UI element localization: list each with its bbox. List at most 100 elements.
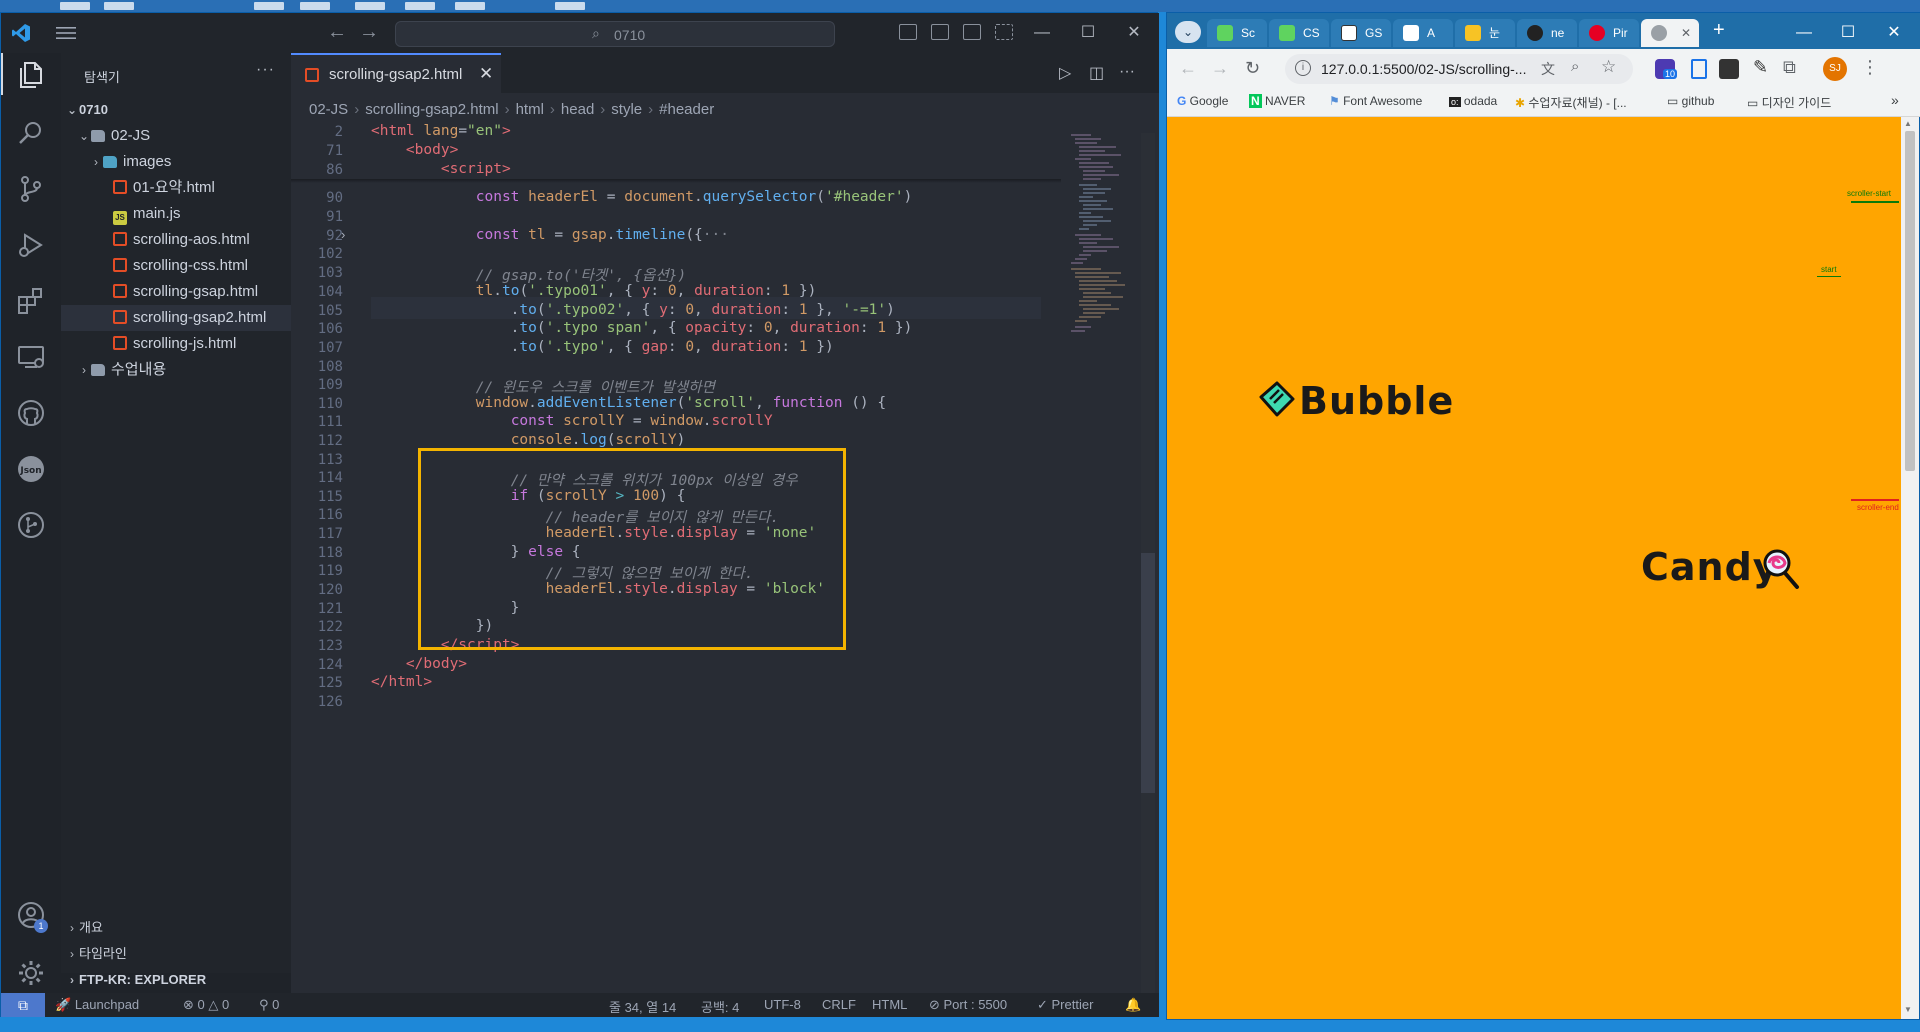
minimap[interactable] — [1061, 133, 1141, 373]
extensions-puzzle-icon[interactable]: ⧉ — [1783, 57, 1796, 78]
github-icon[interactable] — [15, 397, 47, 429]
chrome-menu-icon[interactable]: ⋮ — [1861, 57, 1879, 78]
breadcrumb-item[interactable]: head — [561, 101, 594, 118]
menu-icon[interactable] — [55, 25, 77, 41]
minimize-button[interactable]: — — [1025, 19, 1059, 47]
close-button[interactable]: ✕ — [1877, 19, 1911, 47]
language-mode[interactable]: HTML — [872, 997, 907, 1012]
forward-arrow-icon[interactable]: → — [357, 21, 381, 44]
bookmark-class-materials[interactable]: ✱ 수업자료(채널) - [... — [1515, 94, 1627, 111]
settings-gear-icon[interactable] — [15, 957, 47, 989]
section-outline[interactable]: › 개요 — [61, 915, 291, 941]
new-tab-button[interactable]: + — [1713, 19, 1725, 42]
reload-icon[interactable]: ↻ — [1245, 58, 1260, 79]
tab-close-icon[interactable]: ✕ — [1681, 19, 1691, 47]
devtools-extension-icon[interactable] — [1719, 59, 1739, 79]
eol-status[interactable]: CRLF — [822, 997, 856, 1012]
run-debug-icon[interactable] — [15, 229, 47, 261]
breadcrumb-item[interactable]: html — [516, 101, 544, 118]
prettier-status[interactable]: ✓ Prettier — [1037, 997, 1093, 1013]
bookmark-design-guide[interactable]: ▭ 디자인 가이드 — [1747, 94, 1831, 111]
editor-scrollbar-thumb[interactable] — [1141, 553, 1155, 793]
forward-arrow-icon[interactable]: → — [1211, 58, 1229, 79]
tab-close-icon[interactable]: ✕ — [479, 64, 493, 84]
ports-status[interactable]: ⚲ 0 — [259, 997, 279, 1013]
chrome-tab[interactable]: GS — [1331, 19, 1391, 47]
maximize-button[interactable]: ☐ — [1071, 19, 1105, 47]
reading-mode-icon[interactable] — [1691, 59, 1707, 79]
chrome-tab[interactable]: A — [1393, 19, 1453, 47]
tree-item-scrolling-gsap[interactable]: scrolling-gsap.html — [61, 279, 291, 305]
tree-item-01-html[interactable]: 01-요약.html — [61, 175, 291, 201]
breadcrumb-item[interactable]: #header — [659, 101, 714, 118]
folder-02-js[interactable]: ⌄ 02-JS — [61, 123, 291, 149]
fold-chevron-icon[interactable]: › — [341, 227, 345, 242]
bookmark-naver[interactable]: N NAVER — [1249, 94, 1305, 108]
more-actions-icon[interactable]: ··· — [1119, 63, 1135, 81]
cursor-position[interactable]: 줄 34, 열 14 — [609, 997, 676, 1016]
section-timeline[interactable]: › 타임라인 — [61, 941, 291, 967]
page-scrollbar-thumb[interactable] — [1905, 131, 1915, 471]
tree-item-scrolling-gsap2[interactable]: scrolling-gsap2.html — [61, 305, 291, 331]
scroll-up-icon[interactable]: ▲ — [1904, 119, 1912, 128]
chrome-tab[interactable]: Sc — [1207, 19, 1267, 47]
page-scrollbar[interactable]: ▲ ▼ — [1901, 117, 1919, 1019]
notifications-bell-icon[interactable]: 🔔 — [1125, 997, 1141, 1013]
split-editor-icon[interactable]: ◫ — [1089, 63, 1104, 83]
translate-icon[interactable]: 文 — [1541, 59, 1555, 79]
workspace-root[interactable]: ⌄ 0710 — [61, 97, 291, 123]
breadcrumb-item[interactable]: 02-JS — [309, 101, 348, 118]
customize-layout-icon[interactable] — [995, 24, 1013, 40]
source-control-icon[interactable] — [15, 173, 47, 205]
scroll-down-icon[interactable]: ▼ — [1904, 1005, 1912, 1014]
chrome-tab[interactable]: ne — [1517, 19, 1577, 47]
chrome-tab[interactable]: CS — [1269, 19, 1329, 47]
remote-explorer-icon[interactable] — [15, 341, 47, 373]
more-actions-icon[interactable]: ··· — [256, 61, 275, 79]
problems-status[interactable]: ⊗ 0 △ 0 — [183, 997, 229, 1013]
git-graph-icon[interactable] — [15, 509, 47, 541]
toggle-sidebar-icon[interactable] — [899, 24, 917, 40]
tree-item-scrolling-aos[interactable]: scrolling-aos.html — [61, 227, 291, 253]
back-arrow-icon[interactable]: ← — [1179, 58, 1197, 79]
tree-item-main-js[interactable]: JS main.js — [61, 201, 291, 227]
run-icon[interactable]: ▷ — [1059, 63, 1071, 83]
launchpad-status[interactable]: 🚀 Launchpad — [55, 997, 139, 1013]
command-center-search[interactable]: ⌕ 0710 — [395, 21, 835, 47]
tree-item-scrolling-js[interactable]: scrolling-js.html — [61, 331, 291, 357]
toggle-secondary-sidebar-icon[interactable] — [963, 24, 981, 40]
bookmark-star-icon[interactable]: ☆ — [1601, 57, 1616, 77]
site-info-icon[interactable]: i — [1295, 60, 1311, 76]
explorer-icon[interactable] — [15, 59, 47, 91]
tab-scrolling-gsap2[interactable]: scrolling-gsap2.html ✕ — [291, 53, 501, 93]
section-ftp-explorer[interactable]: › FTP-KR: EXPLORER — [61, 967, 291, 993]
maximize-button[interactable]: ☐ — [1831, 19, 1865, 47]
back-arrow-icon[interactable]: ← — [325, 21, 349, 44]
encoding-status[interactable]: UTF-8 — [764, 997, 801, 1012]
more-bookmarks-icon[interactable]: » — [1891, 92, 1899, 108]
tree-item-scrolling-css[interactable]: scrolling-css.html — [61, 253, 291, 279]
profile-avatar[interactable]: SJ — [1823, 57, 1847, 81]
chrome-tab-active[interactable]: ✕ — [1641, 19, 1699, 47]
breadcrumb-item[interactable]: style — [611, 101, 642, 118]
breadcrumb-item[interactable]: scrolling-gsap2.html — [365, 101, 498, 118]
bookmark-github[interactable]: ▭ github — [1667, 94, 1714, 108]
bookmark-font-awesome[interactable]: ⚑ Font Awesome — [1329, 94, 1422, 108]
search-icon[interactable] — [15, 117, 47, 149]
tree-item-images[interactable]: › images — [61, 149, 291, 175]
eyedropper-icon[interactable]: ✎ — [1753, 57, 1768, 78]
minimize-button[interactable]: — — [1787, 19, 1821, 47]
folder-lessons[interactable]: › 수업내용 — [61, 357, 291, 383]
live-server-port[interactable]: ⊘ Port : 5500 — [929, 997, 1007, 1013]
indentation-status[interactable]: 공백: 4 — [701, 997, 739, 1016]
zoom-icon[interactable]: ⌕ — [1571, 58, 1579, 75]
toggle-panel-icon[interactable] — [931, 24, 949, 40]
remote-icon[interactable]: ⧉ — [1, 993, 45, 1017]
chrome-tab[interactable]: 눈 — [1455, 19, 1515, 47]
close-button[interactable]: ✕ — [1117, 19, 1151, 47]
tab-search-icon[interactable]: ⌄ — [1175, 21, 1201, 43]
json-icon[interactable]: Json — [15, 453, 47, 485]
extensions-icon[interactable] — [15, 285, 47, 317]
bookmark-odada[interactable]: o: odada — [1449, 94, 1497, 108]
address-bar[interactable]: i 127.0.0.1:5500/02-JS/scrolling-... 文 ⌕… — [1285, 54, 1633, 84]
